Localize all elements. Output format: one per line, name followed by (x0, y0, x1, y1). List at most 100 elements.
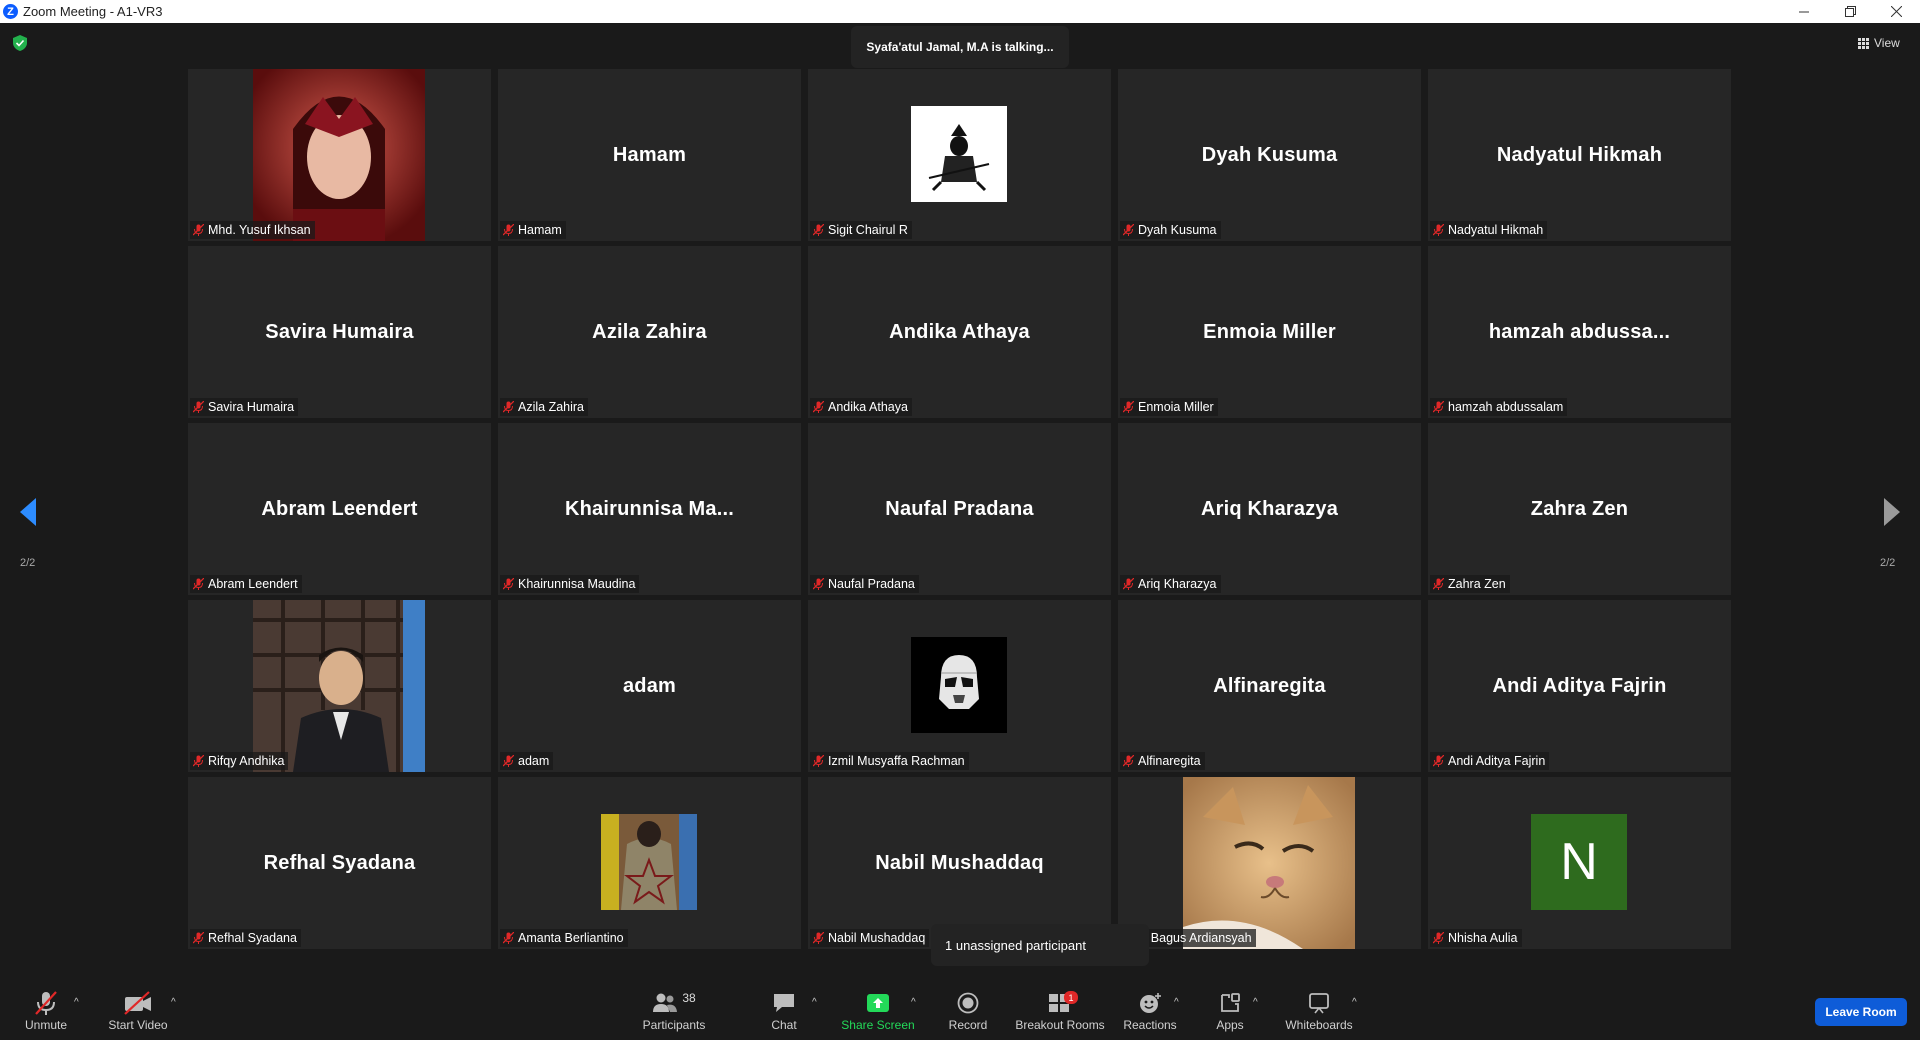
participant-tile[interactable]: Andika Athaya Andika Athaya (808, 246, 1111, 418)
participant-tile[interactable]: Andi Aditya Fajrin Andi Aditya Fajrin (1428, 600, 1731, 772)
participant-tile[interactable]: Abram Leendert Abram Leendert (188, 423, 491, 595)
video-options-caret-icon[interactable]: ^ (171, 997, 176, 1008)
zoom-logo-icon: Z (3, 4, 18, 19)
participant-tile[interactable]: Rifqy Andhika (188, 600, 491, 772)
whiteboards-options-caret-icon[interactable]: ^ (1352, 997, 1357, 1008)
participant-nameplate: Refhal Syadana (190, 929, 301, 947)
restore-button[interactable] (1827, 0, 1873, 23)
participant-tile[interactable]: Refhal Syadana Refhal Syadana (188, 777, 491, 949)
participant-tile[interactable]: Khairunnisa Ma... Khairunnisa Maudina (498, 423, 801, 595)
participant-nameplate: Azila Zahira (500, 398, 588, 416)
participant-name: Amanta Berliantino (518, 931, 624, 945)
participant-tile[interactable]: Zahra Zen Zahra Zen (1428, 423, 1731, 595)
participant-tile[interactable]: hamzah abdussa... hamzah abdussalam (1428, 246, 1731, 418)
participant-name: Khairunnisa Maudina (518, 577, 636, 591)
reactions-button[interactable]: Reactions (1122, 975, 1178, 1040)
participant-tile[interactable]: Enmoia Miller Enmoia Miller (1118, 246, 1421, 418)
participant-display-name: hamzah abdussa... (1488, 320, 1671, 343)
samurai-avatar-image (911, 106, 1007, 202)
participant-display-name: Savira Humaira (265, 320, 414, 343)
mic-muted-icon (193, 401, 204, 413)
participant-tile[interactable]: Sigit Chairul R (808, 69, 1111, 241)
participant-video-photo (253, 69, 425, 241)
participant-name: Refhal Syadana (208, 931, 297, 945)
close-button[interactable] (1873, 0, 1919, 23)
share-screen-button[interactable]: Share Screen (836, 975, 920, 1040)
participants-count: 38 (682, 991, 696, 1005)
participant-tile[interactable]: Amanta Berliantino (498, 777, 801, 949)
record-button[interactable]: Record (944, 975, 992, 1040)
participant-nameplate: Mhd. Yusuf Ikhsan (190, 221, 315, 239)
participant-name: Savira Humaira (208, 400, 295, 414)
participant-nameplate: Savira Humaira (190, 398, 299, 416)
participant-nameplate: hamzah abdussalam (1430, 398, 1568, 416)
share-screen-icon (867, 994, 889, 1012)
chat-options-caret-icon[interactable]: ^ (812, 997, 817, 1008)
mic-muted-icon (1433, 578, 1444, 590)
participant-name: Sigit Chairul R (828, 223, 908, 237)
participant-tile[interactable]: Dyah Kusuma Dyah Kusuma (1118, 69, 1421, 241)
start-video-button[interactable]: Start Video (102, 975, 174, 1040)
participant-tile[interactable]: Ariq Kharazya Ariq Kharazya (1118, 423, 1421, 595)
chat-button[interactable]: Chat (761, 975, 807, 1040)
minimize-button[interactable] (1781, 0, 1827, 23)
unmute-button[interactable]: Unmute (16, 975, 76, 1040)
chat-label: Chat (771, 1018, 797, 1032)
participant-tile[interactable]: Azila Zahira Azila Zahira (498, 246, 801, 418)
mic-muted-icon (813, 578, 824, 590)
participant-name: Hamam (518, 223, 562, 237)
next-page-arrow-icon[interactable] (1876, 492, 1906, 532)
participant-tile[interactable]: Izmil Musyaffa Rachman (808, 600, 1111, 772)
participant-tile[interactable]: Naufal Pradana Naufal Pradana (808, 423, 1111, 595)
mic-muted-icon (813, 401, 824, 413)
reactions-options-caret-icon[interactable]: ^ (1174, 997, 1179, 1008)
participant-tile[interactable]: Savira Humaira Savira Humaira (188, 246, 491, 418)
participant-name: Izmil Musyaffa Rachman (828, 754, 965, 768)
chat-icon (774, 994, 794, 1012)
view-button[interactable]: View (1858, 33, 1908, 53)
participant-nameplate: Andi Aditya Fajrin (1430, 752, 1550, 770)
audio-options-caret-icon[interactable]: ^ (74, 997, 79, 1008)
participant-tile[interactable]: mad Bagus Ardiansyah (1118, 777, 1421, 949)
participant-tile[interactable]: Hamam Hamam (498, 69, 801, 241)
participant-name: Enmoia Miller (1138, 400, 1214, 414)
apps-button[interactable]: Apps (1212, 975, 1248, 1040)
mic-off-icon (35, 991, 57, 1015)
security-shield-icon[interactable] (13, 35, 27, 51)
breakout-rooms-label: Breakout Rooms (1015, 1018, 1105, 1032)
mic-muted-icon (1433, 755, 1444, 767)
participant-tile[interactable]: Alfinaregita Alfinaregita (1118, 600, 1421, 772)
breakout-rooms-button[interactable]: 1 Breakout Rooms (1013, 975, 1107, 1040)
mic-muted-icon (193, 224, 204, 236)
participants-button[interactable]: 38 Participants (634, 975, 714, 1040)
unassigned-participant-tooltip: 1 unassigned participant (931, 924, 1149, 966)
participant-display-name: Andi Aditya Fajrin (1492, 674, 1667, 697)
previous-page-arrow-icon[interactable] (14, 492, 44, 532)
participant-name: Mhd. Yusuf Ikhsan (208, 223, 311, 237)
whiteboards-button[interactable]: Whiteboards (1282, 975, 1356, 1040)
title-bar: Z Zoom Meeting - A1-VR3 (0, 0, 1920, 23)
mic-muted-icon (503, 932, 514, 944)
apps-options-caret-icon[interactable]: ^ (1253, 997, 1258, 1008)
mic-muted-icon (503, 401, 514, 413)
participant-display-name: Abram Leendert (261, 497, 418, 520)
leave-room-button[interactable]: Leave Room (1815, 998, 1907, 1026)
participant-tile[interactable]: adam adam (498, 600, 801, 772)
share-options-caret-icon[interactable]: ^ (911, 997, 916, 1008)
participant-name: Nabil Mushaddaq (828, 931, 926, 945)
page-indicator-right: 2/2 (1880, 557, 1896, 569)
apps-label: Apps (1216, 1018, 1244, 1032)
breakout-badge: 1 (1064, 991, 1078, 1004)
participant-name: adam (518, 754, 550, 768)
participant-display-name: adam (622, 674, 677, 697)
mic-muted-icon (1433, 401, 1444, 413)
participant-name: Ariq Kharazya (1138, 577, 1217, 591)
active-speaker-banner: Syafa'atul Jamal, M.A is talking... (851, 26, 1069, 68)
participant-tile[interactable]: Mhd. Yusuf Ikhsan (188, 69, 491, 241)
participant-name: Rifqy Andhika (208, 754, 285, 768)
grid-view-icon (1858, 37, 1869, 49)
participant-tile[interactable]: N Nhisha Aulia (1428, 777, 1731, 949)
mic-muted-icon (503, 578, 514, 590)
participant-tile[interactable]: Nadyatul Hikmah Nadyatul Hikmah (1428, 69, 1731, 241)
unmute-label: Unmute (24, 1018, 68, 1032)
